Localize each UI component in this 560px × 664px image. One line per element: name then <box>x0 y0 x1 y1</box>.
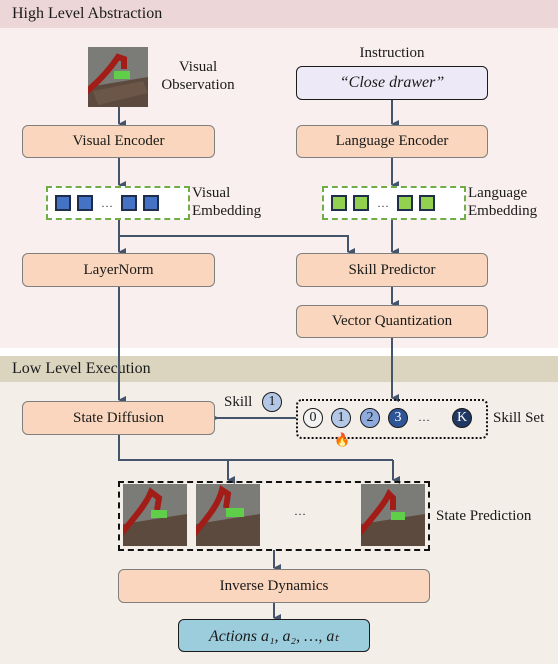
visual-token <box>121 195 137 211</box>
state-diffusion-box: State Diffusion <box>22 401 215 435</box>
predicted-frame-2 <box>196 484 260 546</box>
skill-predictor-box: Skill Predictor <box>296 253 488 287</box>
language-token <box>353 195 369 211</box>
skill-2-label: 2 <box>366 410 374 425</box>
visual-observation-label: Visual Observation <box>156 58 240 94</box>
visual-token <box>77 195 93 211</box>
skill-0-label: 0 <box>309 410 317 425</box>
skill-K: K <box>452 408 472 428</box>
language-embedding-label-line2: Embedding <box>468 203 538 219</box>
visual-embedding-label-line1: Visual <box>192 185 231 201</box>
visual-observation-label-line1: Visual <box>178 59 218 75</box>
language-embedding-label: Language Embedding <box>468 184 537 220</box>
language-token <box>397 195 413 211</box>
vector-quantization-box: Vector Quantization <box>296 305 488 338</box>
language-token <box>331 195 347 211</box>
skill-1: 1 <box>331 408 351 428</box>
skill-3: 3 <box>388 408 408 428</box>
visual-embedding-label: Visual Embedding <box>192 184 261 220</box>
instruction-box: “Close drawer” <box>296 66 488 100</box>
robot-scene-icon <box>123 484 187 546</box>
visual-observation-label-line2: Observation <box>161 77 235 93</box>
language-embedding: … <box>322 186 466 220</box>
robot-scene-icon <box>88 47 148 107</box>
state-prediction-ellipsis: … <box>294 504 306 518</box>
layernorm-box: LayerNorm <box>22 253 215 287</box>
skill-label: Skill <box>224 394 253 410</box>
actions-box: Actions a₁, a₂, …, aₜ <box>178 619 370 652</box>
visual-embedding-label-line2: Embedding <box>192 203 262 219</box>
visual-token <box>143 195 159 211</box>
language-encoder-box: Language Encoder <box>296 125 488 158</box>
skill-1-label: 1 <box>337 410 345 425</box>
visual-observation-image <box>88 47 148 107</box>
fire-icon: 🔥 <box>334 432 351 447</box>
skill-set-label: Skill Set <box>493 410 545 426</box>
robot-scene-icon <box>196 484 260 546</box>
language-embedding-ellipsis: … <box>377 195 389 210</box>
predicted-frame-1 <box>123 484 187 546</box>
skill-0: 0 <box>303 408 323 428</box>
language-token <box>419 195 435 211</box>
state-prediction-label: State Prediction <box>436 508 532 524</box>
skill-3-label: 3 <box>394 410 402 425</box>
visual-encoder-box: Visual Encoder <box>22 125 215 158</box>
skill-2: 2 <box>360 408 380 428</box>
instruction-label: Instruction <box>359 45 425 61</box>
visual-embedding: … <box>46 186 190 220</box>
skill-set-ellipsis: … <box>418 410 430 424</box>
predicted-frame-t <box>361 484 425 546</box>
robot-scene-icon <box>361 484 425 546</box>
visual-embedding-ellipsis: … <box>101 195 113 210</box>
selected-skill-badge: 1 <box>262 392 282 412</box>
skill-K-label: K <box>456 410 468 425</box>
inverse-dynamics-box: Inverse Dynamics <box>118 569 430 603</box>
language-embedding-label-line1: Language <box>468 185 528 201</box>
visual-token <box>55 195 71 211</box>
arrow-visual-embedding-to-skill-predictor <box>119 235 355 256</box>
